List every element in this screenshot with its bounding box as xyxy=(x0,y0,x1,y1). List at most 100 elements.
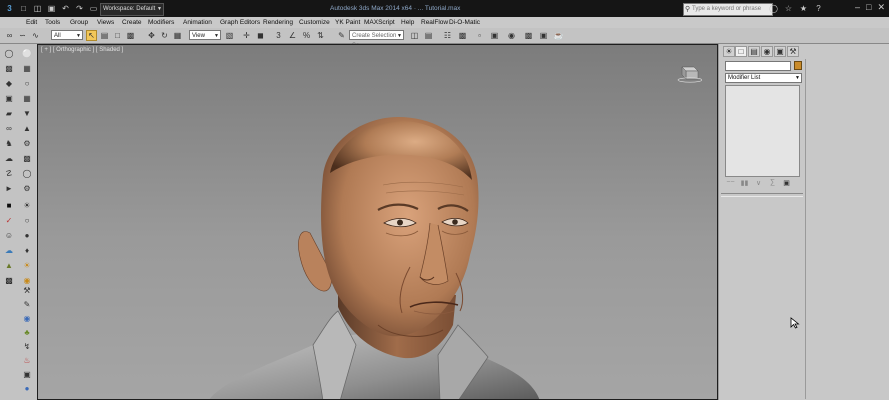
drop-icon[interactable]: ♦ xyxy=(21,244,33,256)
pivot-center-icon[interactable]: ▧ xyxy=(224,30,235,41)
cloth-icon[interactable]: ◆ xyxy=(3,77,15,89)
modifier-list-dropdown[interactable]: Modifier List ▼ xyxy=(725,73,802,83)
menu-modifiers[interactable]: Modifiers xyxy=(148,17,174,28)
modifier-stack[interactable] xyxy=(725,85,800,177)
undo-icon[interactable]: ↶ xyxy=(60,3,71,14)
selection-filter-dropdown[interactable]: All ▼ xyxy=(51,30,83,40)
hierarchy-tab-icon[interactable]: ▤ xyxy=(748,46,760,57)
menu-maxscript[interactable]: MAXScript xyxy=(364,17,395,28)
schematic-view-icon[interactable]: ▣ xyxy=(489,30,500,41)
menu-animation[interactable]: Animation xyxy=(183,17,212,28)
help-icon[interactable]: ? xyxy=(813,3,824,14)
named-selection-sets-dropdown[interactable]: Create Selection Se ▼ xyxy=(349,30,404,49)
grid-icon[interactable]: ▦ xyxy=(21,92,33,104)
bolt-icon[interactable]: ↯ xyxy=(21,340,33,352)
plane-icon[interactable]: ▦ xyxy=(21,62,33,74)
preview-icon[interactable]: ► xyxy=(3,182,15,194)
save-icon[interactable]: ▣ xyxy=(46,3,57,14)
make-unique-icon[interactable]: ∨ xyxy=(753,177,764,188)
sphere-blue-icon[interactable]: ● xyxy=(21,382,33,394)
menu-realflow[interactable]: RealFlow xyxy=(421,17,448,28)
constraint-icon[interactable]: ▰ xyxy=(3,107,15,119)
selection-region-icon[interactable]: □ xyxy=(112,30,123,41)
percent-snap-icon[interactable]: % xyxy=(301,30,312,41)
sphere-icon[interactable]: ⚪ xyxy=(21,47,33,59)
angle-snap-icon[interactable]: ∠ xyxy=(287,30,298,41)
scale-icon[interactable]: ▦ xyxy=(172,30,183,41)
material-editor-icon[interactable]: ◉ xyxy=(506,30,517,41)
spinner-snap-icon[interactable]: ⇅ xyxy=(315,30,326,41)
new-file-icon[interactable]: □ xyxy=(18,3,29,14)
edit-named-selection-icon[interactable]: ✎ xyxy=(336,30,347,41)
pin-stack-icon[interactable]: −− xyxy=(725,177,736,188)
bind-space-warp-icon[interactable]: ∿ xyxy=(30,30,41,41)
menu-create[interactable]: Create xyxy=(122,17,142,28)
menu-di-o-matic[interactable]: Di-O-Matic xyxy=(449,17,480,28)
menu-customize[interactable]: Customize xyxy=(299,17,330,28)
hinge-icon[interactable]: ▲ xyxy=(21,122,33,134)
shader-black-icon[interactable]: ■ xyxy=(3,199,15,211)
menu-edit[interactable]: Edit xyxy=(26,17,37,28)
tree-icon[interactable]: ♣ xyxy=(21,326,33,338)
menu-tools[interactable]: Tools xyxy=(45,17,60,28)
perspective-viewport[interactable]: [ + ] [ Orthographic ] [ Shaded ] xyxy=(37,44,718,400)
camera-icon[interactable]: ▣ xyxy=(21,368,33,380)
keyboard-shortcut-toggle-icon[interactable]: ◼ xyxy=(255,30,266,41)
curve-editor-icon[interactable]: ▫ xyxy=(474,30,485,41)
select-manipulate-icon[interactable]: ✛ xyxy=(241,30,252,41)
project-folder-icon[interactable]: ▭ xyxy=(88,3,99,14)
toy-car-icon[interactable]: ▩ xyxy=(21,152,33,164)
unlink-icon[interactable]: ∽ xyxy=(17,30,28,41)
daylight-icon[interactable]: ☀ xyxy=(21,259,33,271)
render-production-icon[interactable]: ☕ xyxy=(553,30,564,41)
rendered-frame-window-icon[interactable]: ▣ xyxy=(538,30,549,41)
fracture-icon[interactable]: ☡ xyxy=(3,167,15,179)
menu-group[interactable]: Group xyxy=(70,17,88,28)
app-menu-icon[interactable]: 3 xyxy=(4,3,15,14)
ragdoll-icon[interactable]: ♞ xyxy=(3,137,15,149)
utilities-tab-icon[interactable]: ⚒ xyxy=(787,46,799,57)
wind-icon[interactable]: ☁ xyxy=(3,152,15,164)
globe-icon[interactable]: ◉ xyxy=(21,312,33,324)
search-input[interactable]: ⚲ Type a keyword or phrase xyxy=(683,3,773,16)
landscape-icon[interactable]: ▲ xyxy=(3,259,15,271)
communication-icon[interactable]: ★ xyxy=(798,3,809,14)
paint-icon[interactable]: ✎ xyxy=(21,298,33,310)
menu-help[interactable]: Help xyxy=(401,17,414,28)
menu-views[interactable]: Views xyxy=(97,17,114,28)
menu-rendering[interactable]: Rendering xyxy=(263,17,293,28)
face-icon[interactable]: ☺ xyxy=(3,229,15,241)
softbody-icon[interactable]: ▣ xyxy=(3,92,15,104)
redo-icon[interactable]: ↷ xyxy=(74,3,85,14)
workspace-dropdown[interactable]: Workspace: Default ▼ xyxy=(100,3,164,16)
water-icon[interactable]: ◯ xyxy=(21,167,33,179)
spring-icon[interactable]: ∞ xyxy=(3,122,15,134)
gear-icon[interactable]: ⚙ xyxy=(21,182,33,194)
sun-icon[interactable]: ☀ xyxy=(21,199,33,211)
sky-icon[interactable]: ☁ xyxy=(3,244,15,256)
rotate-icon[interactable]: ↻ xyxy=(159,30,170,41)
motion-tab-icon[interactable]: ◉ xyxy=(761,46,773,57)
rope-icon[interactable]: ○ xyxy=(21,77,33,89)
lamp-icon[interactable]: ○ xyxy=(21,214,33,226)
link-icon[interactable]: ∞ xyxy=(4,30,15,41)
binoculars-icon[interactable]: ◯ xyxy=(768,3,779,14)
checkmark-icon[interactable]: ✓ xyxy=(3,214,15,226)
move-icon[interactable]: ✥ xyxy=(146,30,157,41)
align-icon[interactable]: ▤ xyxy=(423,30,434,41)
mirror-icon[interactable]: ◫ xyxy=(409,30,420,41)
omni-light-icon[interactable]: ● xyxy=(21,229,33,241)
object-color-swatch[interactable] xyxy=(794,61,802,70)
show-end-result-icon[interactable]: ▮▮ xyxy=(739,177,750,188)
select-by-name-icon[interactable]: ▤ xyxy=(99,30,110,41)
box-icon[interactable]: ▩ xyxy=(3,62,15,74)
reactor-icon[interactable]: ◯ xyxy=(3,47,15,59)
fire-icon[interactable]: ♨ xyxy=(21,354,33,366)
reference-coordinate-dropdown[interactable]: View ▼ xyxy=(189,30,221,40)
snaps-toggle-icon[interactable]: 3 xyxy=(273,30,284,41)
configure-modifier-sets-icon[interactable]: ▣ xyxy=(781,177,792,188)
subscription-icon[interactable]: ☆ xyxy=(783,3,794,14)
create-tab-icon[interactable]: ☀ xyxy=(723,46,735,57)
object-name-field[interactable] xyxy=(725,61,791,71)
portrait-icon[interactable]: ▩ xyxy=(3,274,15,286)
